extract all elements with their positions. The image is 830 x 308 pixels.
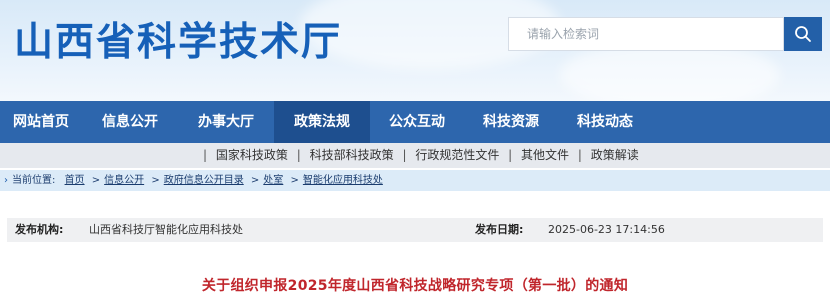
search-input[interactable]: 请输入检索词 (508, 17, 784, 51)
publisher-value: 山西省科技厅智能化应用科技处 (89, 223, 243, 236)
subnav-policy-interpretation[interactable]: 政策解读 (591, 148, 639, 162)
article-title: 关于组织申报2025年度山西省科技战略研究专项（第一批）的通知 (201, 278, 629, 294)
breadcrumb-separator: > (290, 175, 299, 186)
article-meta: 发布机构: 山西省科技厅智能化应用科技处 发布日期: 2025-06-23 17… (7, 218, 823, 242)
site-title[interactable]: 山西省科学技术厅 (14, 11, 342, 67)
breadcrumb-current-department[interactable]: 智能化应用科技处 (303, 175, 383, 186)
breadcrumb: › 当前位置: 首页 > 信息公开 > 政府信息公开目录 > 处室 > 智能化应用科技处 (0, 170, 830, 191)
nav-item-tech-resources[interactable]: 科技资源 (464, 101, 558, 143)
date-value: 2025-06-23 17:14:56 (548, 223, 665, 236)
subnav-other-documents[interactable]: 其他文件 (521, 148, 569, 162)
divider: | (508, 148, 513, 162)
date-label: 发布日期: (475, 223, 524, 236)
nav-item-home[interactable]: 网站首页 (0, 101, 82, 143)
chevron-right-icon: › (4, 175, 8, 186)
search-button[interactable] (784, 17, 822, 51)
breadcrumb-separator: > (151, 175, 160, 186)
breadcrumb-catalog[interactable]: 政府信息公开目录 (164, 175, 244, 186)
breadcrumb-home[interactable]: 首页 (65, 175, 85, 186)
nav-item-info-disclosure[interactable]: 信息公开 (82, 101, 178, 143)
breadcrumb-info-disclosure[interactable]: 信息公开 (104, 175, 144, 186)
header-banner: 山西省科学技术厅 请输入检索词 (0, 0, 830, 101)
divider: | (203, 148, 208, 162)
nav-item-tech-news[interactable]: 科技动态 (558, 101, 652, 143)
divider: | (402, 148, 407, 162)
nav-item-policies[interactable]: 政策法规 (274, 101, 370, 143)
subnav-normative-documents[interactable]: 行政规范性文件 (415, 148, 499, 162)
search-icon (795, 26, 811, 42)
divider: | (296, 148, 301, 162)
main-nav: 网站首页 信息公开 办事大厅 政策法规 公众互动 科技资源 科技动态 (0, 101, 830, 143)
divider: | (577, 148, 582, 162)
sub-nav: | 国家科技政策 | 科技部科技政策 | 行政规范性文件 | 其他文件 | 政策… (0, 143, 830, 168)
breadcrumb-separator: > (250, 175, 260, 186)
breadcrumb-separator: > (91, 175, 101, 186)
breadcrumb-departments[interactable]: 处室 (263, 175, 283, 186)
subnav-national-policy[interactable]: 国家科技政策 (216, 148, 288, 162)
subnav-ministry-policy[interactable]: 科技部科技政策 (310, 148, 394, 162)
breadcrumb-prefix: 当前位置: (12, 175, 56, 186)
nav-item-public-interaction[interactable]: 公众互动 (370, 101, 464, 143)
publisher-label: 发布机构: (15, 223, 64, 236)
nav-item-service-hall[interactable]: 办事大厅 (178, 101, 274, 143)
